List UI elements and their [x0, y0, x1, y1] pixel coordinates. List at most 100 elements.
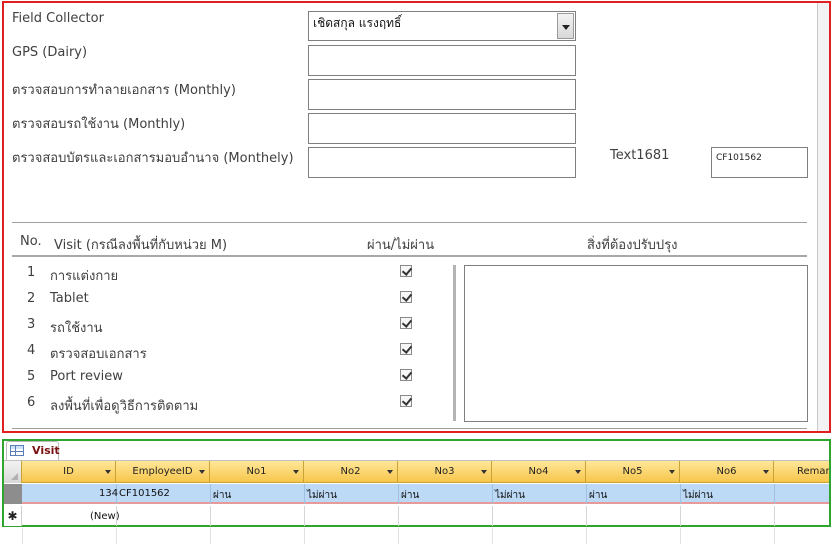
grid-line: [210, 506, 211, 526]
cell-id[interactable]: 134: [99, 488, 118, 499]
grid-line: [210, 528, 211, 544]
grid-line: [22, 528, 23, 544]
visit-row-checkbox[interactable]: [400, 343, 412, 355]
column-header-no4[interactable]: No4: [492, 461, 586, 483]
field-collector-combobox[interactable]: เชิดสกุล แรงฤทธิ์: [308, 11, 576, 41]
col-pass-header: ผ่าน/ไม่ผ่าน: [367, 238, 435, 253]
divider-header: [12, 255, 807, 257]
doc-destroy-check-label: ตรวจสอบการทำลายเอกสาร (Monthly): [12, 83, 236, 98]
visit-row-checkbox[interactable]: [400, 369, 412, 381]
visit-row-no: 6: [27, 395, 36, 410]
divider-bottom: [12, 428, 807, 429]
chevron-down-icon[interactable]: [557, 13, 574, 39]
tab-visit-label: Visit: [32, 444, 60, 457]
grid-line: [304, 506, 305, 526]
column-header-label: No3: [434, 466, 455, 477]
column-header-label: No5: [622, 466, 643, 477]
grid-line: [398, 484, 399, 504]
column-header-no6[interactable]: No6: [680, 461, 774, 483]
grid-line: [774, 506, 775, 526]
cell-no5[interactable]: ผ่าน: [589, 488, 607, 503]
col-no-header: No.: [20, 234, 42, 249]
grid-line: [116, 506, 117, 526]
card-check-label: ตรวจสอบบัตรและเอกสารมอบอำนาจ (Monthely): [12, 151, 294, 166]
grid-line: [492, 528, 493, 544]
text1681-label: Text1681: [610, 148, 670, 163]
column-header-label: No2: [340, 466, 361, 477]
grid-line: [398, 528, 399, 544]
column-header-no2[interactable]: No2: [304, 461, 398, 483]
column-header-label: No1: [246, 466, 267, 477]
visit-row-no: 3: [27, 317, 36, 332]
cell-no1[interactable]: ผ่าน: [213, 488, 231, 503]
text1681-value: CF101562: [716, 153, 762, 163]
filter-arrow-icon[interactable]: [387, 470, 393, 474]
car-check-input[interactable]: [308, 113, 576, 144]
visit-row-no: 1: [27, 265, 36, 280]
text1681-input[interactable]: CF101562: [711, 147, 808, 178]
visit-row-label: การแต่งกาย: [50, 269, 119, 284]
visit-row-checkbox[interactable]: [400, 265, 412, 277]
col-visit-header: Visit (กรณีลงพื้นที่กับหน่วย M): [54, 238, 228, 253]
filter-arrow-icon[interactable]: [763, 470, 769, 474]
cell-no6[interactable]: ไม่ผ่าน: [683, 488, 713, 503]
column-header-label: No4: [528, 466, 549, 477]
column-header-no3[interactable]: No3: [398, 461, 492, 483]
filter-arrow-icon[interactable]: [293, 470, 299, 474]
filter-arrow-icon[interactable]: [481, 470, 487, 474]
filter-arrow-icon[interactable]: [669, 470, 675, 474]
grid-line: [774, 484, 775, 504]
gps-label: GPS (Dairy): [12, 45, 88, 60]
column-header-id[interactable]: ID: [22, 461, 116, 483]
field-collector-value: เชิดสกุล แรงฤทธิ์: [313, 16, 402, 30]
doc-destroy-check-input[interactable]: [308, 79, 576, 110]
column-header-label: No6: [716, 466, 737, 477]
visit-row-checkbox[interactable]: [400, 291, 412, 303]
cell-no2[interactable]: ไม่ผ่าน: [307, 488, 337, 503]
grid-line: [304, 484, 305, 504]
visit-row-label: Port review: [50, 369, 123, 384]
divider-top: [12, 222, 807, 223]
new-record-icon[interactable]: ✱: [4, 506, 22, 526]
visit-row-label: ตรวจสอบเอกสาร: [50, 347, 147, 362]
grid-line: [680, 484, 681, 504]
card-check-input[interactable]: [308, 147, 576, 178]
visit-row-label: Tablet: [50, 291, 89, 306]
table-icon: [10, 445, 24, 456]
visit-row-no: 5: [27, 369, 36, 384]
grid-line: [680, 528, 681, 544]
form-scrollbar[interactable]: [817, 3, 829, 431]
gps-input[interactable]: [308, 45, 576, 76]
car-check-label: ตรวจสอบรถใช้งาน (Monthly): [12, 117, 186, 132]
grid-line: [586, 484, 587, 504]
visit-row-no: 2: [27, 291, 36, 306]
column-header-label: ID: [63, 466, 74, 477]
visit-row-checkbox[interactable]: [400, 317, 412, 329]
record-selector[interactable]: [4, 484, 22, 504]
column-header-no1[interactable]: No1: [210, 461, 304, 483]
cell-no3[interactable]: ผ่าน: [401, 488, 419, 503]
filter-arrow-icon[interactable]: [575, 470, 581, 474]
visit-row-label: ลงพื้นที่เพื่อดูวิธีการติดตาม: [50, 399, 199, 414]
filter-arrow-icon[interactable]: [199, 470, 205, 474]
cell-employee-id[interactable]: CF101562: [119, 488, 170, 499]
column-header-remark[interactable]: Remark: [774, 461, 829, 483]
cell-no4[interactable]: ไม่ผ่าน: [495, 488, 525, 503]
column-header-label: Remark: [797, 466, 829, 477]
column-header-label: EmployeeID: [132, 466, 193, 477]
visit-row-checkbox[interactable]: [400, 395, 412, 407]
col-improve-header: สิ่งที่ต้องปรับปรุง: [587, 238, 678, 253]
grid-line: [774, 528, 775, 544]
column-header-no5[interactable]: No5: [586, 461, 680, 483]
improvement-notes-input[interactable]: [464, 265, 808, 422]
visit-row-no: 4: [27, 343, 36, 358]
filter-arrow-icon[interactable]: [105, 470, 111, 474]
field-collector-label: Field Collector: [12, 11, 104, 26]
datasheet-section-frame: [2, 439, 831, 527]
column-header-employeeid[interactable]: EmployeeID: [116, 461, 210, 483]
grid-line: [586, 528, 587, 544]
select-all-corner[interactable]: [4, 461, 22, 483]
grid-line: [304, 528, 305, 544]
visit-row-label: รถใช้งาน: [50, 321, 103, 336]
tab-visit[interactable]: Visit: [6, 441, 60, 460]
